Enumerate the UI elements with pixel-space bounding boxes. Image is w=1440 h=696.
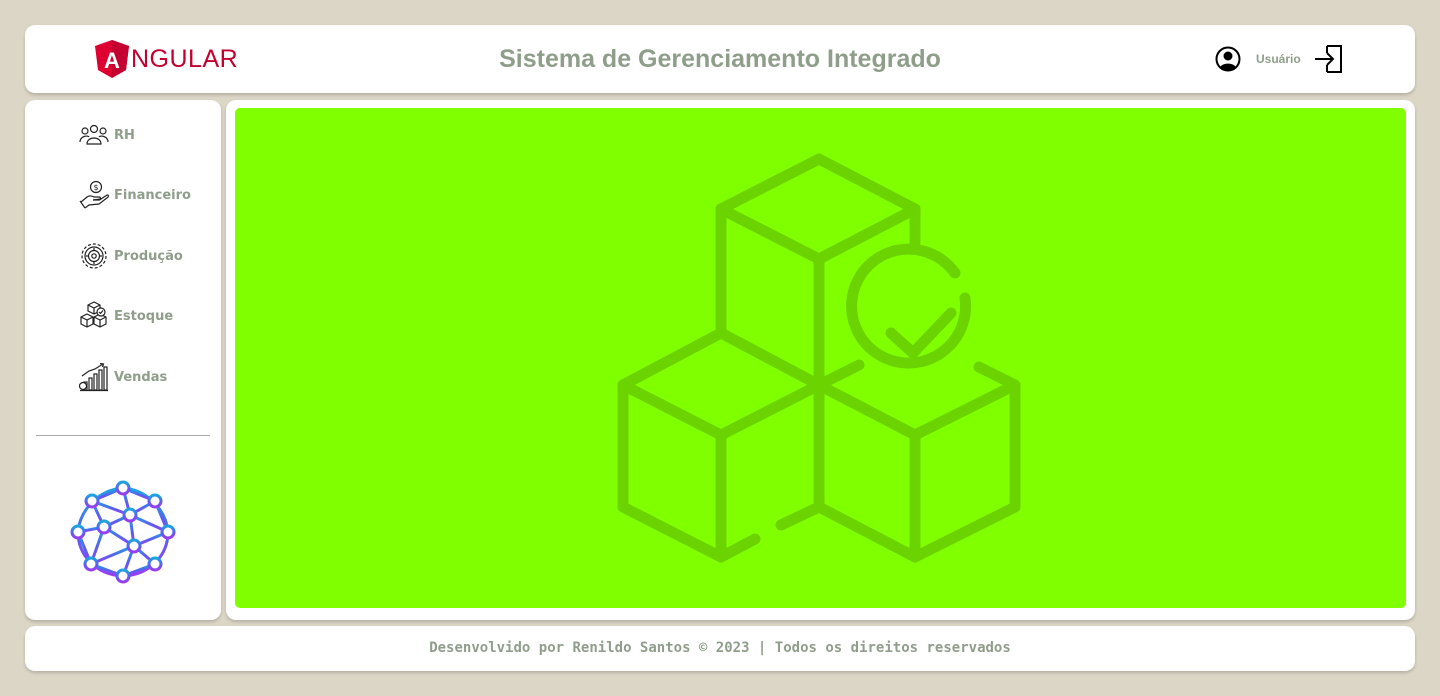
dashboard-canvas [235, 108, 1406, 608]
footer-bar: Desenvolvido por Renildo Santos © 2023 |… [25, 626, 1415, 671]
stock-boxes-check-icon [615, 153, 1035, 567]
sidebar-item-estoque[interactable]: Estoque [79, 301, 174, 331]
boxes-check-icon [79, 301, 109, 331]
sidebar-item-financeiro[interactable]: $ Financeiro [79, 180, 191, 210]
header-bar: A NGULAR Sistema de Gerenciamento Integr… [25, 25, 1415, 93]
sidebar-item-producao[interactable]: Produção [79, 242, 183, 270]
sidebar-item-label: Produção [114, 248, 183, 264]
page-title: Sistema de Gerenciamento Integrado [499, 45, 941, 73]
sidebar-item-label: Vendas [114, 369, 168, 385]
user-avatar-icon[interactable] [1215, 46, 1241, 72]
sidebar-item-label: Financeiro [114, 187, 191, 203]
sales-growth-chart-icon [79, 362, 109, 392]
user-area: Usuário [1215, 43, 1345, 75]
logout-icon[interactable] [1313, 44, 1345, 74]
sidebar-divider [36, 435, 210, 436]
sidebar-item-label: RH [114, 127, 135, 143]
neural-network-globe-icon [68, 480, 180, 588]
sidebar: RH $ Financeiro Produção Estoque Vendas [25, 100, 221, 620]
gear-cycle-icon [79, 241, 109, 271]
sidebar-item-vendas[interactable]: Vendas [79, 362, 168, 392]
sidebar-item-label: Estoque [114, 308, 174, 324]
copyright-text: Desenvolvido por Renildo Santos © 2023 |… [429, 640, 1011, 656]
people-group-icon [79, 120, 109, 150]
main-content [226, 100, 1415, 620]
sidebar-item-rh[interactable]: RH [79, 121, 135, 149]
user-name-label: Usuário [1256, 52, 1301, 66]
hand-coin-icon: $ [79, 180, 109, 210]
svg-text:$: $ [93, 183, 98, 192]
